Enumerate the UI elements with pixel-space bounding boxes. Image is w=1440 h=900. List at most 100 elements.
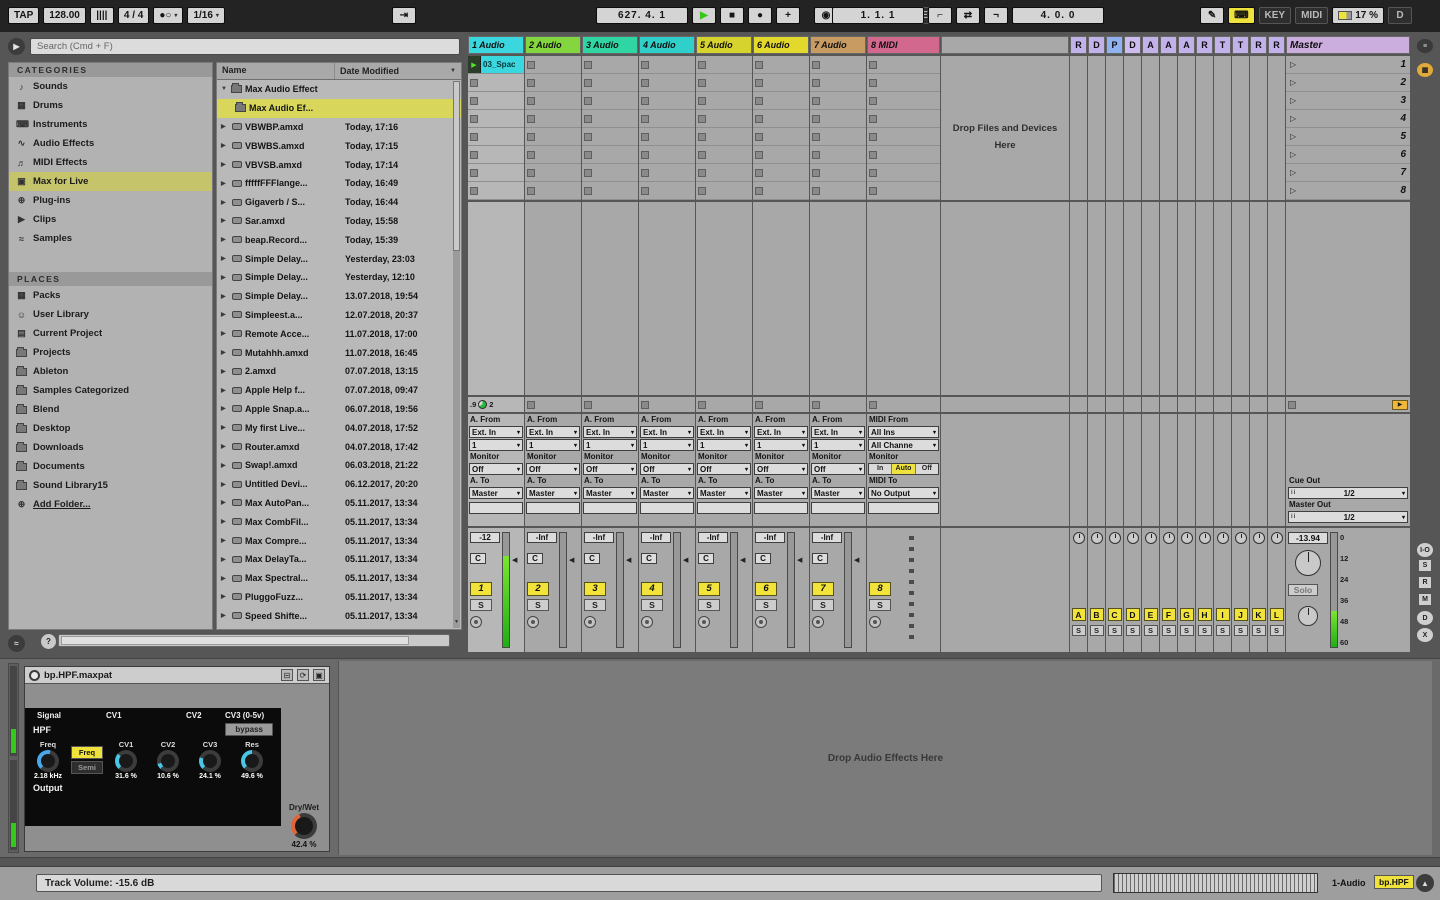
sidebar-item-audio-effects[interactable]: ∿Audio Effects bbox=[9, 134, 212, 153]
input-type-chooser[interactable]: Ext. In▾ bbox=[583, 426, 637, 438]
loop-toggle-button[interactable]: ⇄ bbox=[956, 7, 980, 24]
clip-stop-button[interactable] bbox=[755, 79, 763, 87]
show-s-toggle[interactable]: S bbox=[1418, 559, 1432, 572]
solo-button[interactable]: S bbox=[812, 599, 834, 611]
clip-slot[interactable] bbox=[468, 110, 524, 128]
monitor-auto-button[interactable]: Auto bbox=[892, 464, 915, 474]
arrangement-position-field[interactable]: 627. 4. 1 bbox=[596, 7, 688, 24]
input-channel-chooser[interactable]: All Channe▾ bbox=[868, 439, 939, 451]
input-type-chooser[interactable]: Ext. In▾ bbox=[754, 426, 808, 438]
sidebar-item-blend[interactable]: Blend bbox=[9, 400, 212, 419]
monitor-chooser[interactable]: Off▾ bbox=[754, 463, 808, 475]
sidebar-item-downloads[interactable]: Downloads bbox=[9, 438, 212, 457]
monitor-chooser[interactable]: Off▾ bbox=[526, 463, 580, 475]
master-out-chooser[interactable]: ii1/2▾ bbox=[1288, 511, 1408, 523]
clip-stop-button[interactable] bbox=[755, 115, 763, 123]
input-type-chooser[interactable]: Ext. In▾ bbox=[526, 426, 580, 438]
solo-button[interactable]: S bbox=[1198, 625, 1212, 636]
clip-slot[interactable] bbox=[525, 56, 581, 74]
pan-knob[interactable] bbox=[1271, 532, 1283, 544]
clip-stop-button[interactable] bbox=[869, 79, 877, 87]
clip-stop-button[interactable] bbox=[698, 79, 706, 87]
clip-stop-button[interactable] bbox=[755, 133, 763, 141]
sidebar-item-ableton[interactable]: Ableton bbox=[9, 362, 212, 381]
input-type-chooser[interactable]: Ext. In▾ bbox=[469, 426, 523, 438]
stop-button[interactable]: ■ bbox=[720, 7, 744, 24]
solo-button[interactable]: S bbox=[755, 599, 777, 611]
input-channel-chooser[interactable]: 1▾ bbox=[469, 439, 523, 451]
scene-slot[interactable]: ▷5 bbox=[1286, 128, 1410, 146]
monitor-chooser[interactable]: Off▾ bbox=[640, 463, 694, 475]
pan-control[interactable]: C bbox=[470, 553, 486, 564]
clip-stop-button[interactable] bbox=[869, 169, 877, 177]
pan-knob[interactable] bbox=[1091, 532, 1103, 544]
file-row[interactable]: ▶Max DelayTa...05.11.2017, 13:34 bbox=[217, 550, 461, 569]
file-row[interactable]: ▶VBWBP.amxdToday, 17:16 bbox=[217, 118, 461, 137]
clip-slot[interactable] bbox=[696, 110, 752, 128]
crossfader-knob[interactable] bbox=[1298, 606, 1318, 626]
clip-slot[interactable] bbox=[639, 92, 695, 110]
menu-button[interactable]: ≡ bbox=[1416, 38, 1434, 54]
clip-stop-button[interactable] bbox=[584, 133, 592, 141]
freq-mode-semi-button[interactable]: Semi bbox=[71, 761, 103, 774]
file-row[interactable]: Max Audio Ef... bbox=[217, 99, 461, 118]
solo-button[interactable]: S bbox=[1252, 625, 1266, 636]
clip-stop-button[interactable] bbox=[698, 187, 706, 195]
file-row[interactable]: ▶Router.amxd04.07.2018, 17:42 bbox=[217, 437, 461, 456]
solo-button[interactable]: S bbox=[1090, 625, 1104, 636]
return-activator-button[interactable]: F bbox=[1162, 608, 1176, 621]
track-activator-button[interactable]: 4 bbox=[641, 582, 663, 596]
master-pan-knob[interactable] bbox=[1295, 550, 1321, 576]
pan-knob[interactable] bbox=[1235, 532, 1247, 544]
scene-slot[interactable]: ▷7 bbox=[1286, 164, 1410, 182]
sort-arrow-icon[interactable]: ▼ bbox=[450, 68, 456, 74]
expand-triangle-icon[interactable]: ▶ bbox=[221, 180, 231, 187]
loop-start-field[interactable]: 1. 1. 1 bbox=[832, 7, 924, 24]
follow-button[interactable]: ⇥ bbox=[392, 7, 416, 24]
show-d-toggle[interactable]: D bbox=[1416, 610, 1434, 626]
clip-stop-button[interactable] bbox=[470, 115, 478, 123]
pan-knob[interactable] bbox=[1181, 532, 1193, 544]
pan-knob[interactable] bbox=[1163, 532, 1175, 544]
input-channel-chooser[interactable]: 1▾ bbox=[583, 439, 637, 451]
track-header[interactable]: 3 Audio bbox=[582, 36, 638, 54]
expand-triangle-icon[interactable]: ▶ bbox=[221, 518, 231, 525]
pan-control[interactable]: C bbox=[584, 553, 600, 564]
clip-stop-button[interactable] bbox=[698, 97, 706, 105]
clip-stop-button[interactable] bbox=[812, 187, 820, 195]
file-row-folder[interactable]: ▼Max Audio Effect bbox=[217, 80, 461, 99]
clip-stop-button[interactable] bbox=[869, 401, 877, 409]
clip-stop-button[interactable] bbox=[584, 61, 592, 69]
show-x-toggle[interactable]: X bbox=[1416, 627, 1434, 643]
return-header[interactable]: D bbox=[1124, 36, 1141, 54]
sidebar-item-instruments[interactable]: ⌨Instruments bbox=[9, 115, 212, 134]
output-type-chooser[interactable]: Master▾ bbox=[811, 487, 865, 499]
return-activator-button[interactable]: E bbox=[1144, 608, 1158, 621]
clip-stop-button[interactable] bbox=[527, 79, 535, 87]
scene-play-button[interactable]: ▷ bbox=[1290, 150, 1296, 159]
scrollbar-thumb[interactable] bbox=[61, 636, 409, 645]
clip-slot[interactable] bbox=[468, 146, 524, 164]
volume-fader-handle[interactable]: ◀ bbox=[569, 530, 577, 650]
clip-stop-button[interactable] bbox=[527, 187, 535, 195]
file-row[interactable]: ▶VBVSB.amxdToday, 17:14 bbox=[217, 155, 461, 174]
file-row[interactable]: ▶Speed Shifte...05.11.2017, 13:34 bbox=[217, 606, 461, 625]
clip-stop-button[interactable] bbox=[869, 151, 877, 159]
clip-stop-button[interactable] bbox=[641, 115, 649, 123]
clip-slot[interactable] bbox=[810, 164, 866, 182]
expand-triangle-icon[interactable]: ▶ bbox=[221, 123, 231, 130]
clip-stop-button[interactable] bbox=[812, 79, 820, 87]
track-header[interactable]: 5 Audio bbox=[696, 36, 752, 54]
monitor-chooser[interactable]: Off▾ bbox=[469, 463, 523, 475]
scene-play-button[interactable]: ▷ bbox=[1290, 60, 1296, 69]
pan-knob[interactable] bbox=[1145, 532, 1157, 544]
clip-stop-button[interactable] bbox=[869, 187, 877, 195]
dry-wet-knob[interactable] bbox=[291, 813, 317, 839]
file-row[interactable]: ▶Apple Help f...07.07.2018, 09:47 bbox=[217, 381, 461, 400]
clip-slot[interactable] bbox=[810, 182, 866, 200]
return-header[interactable]: R bbox=[1250, 36, 1267, 54]
file-row[interactable]: ▶Mutahhh.amxd11.07.2018, 16:45 bbox=[217, 343, 461, 362]
arm-button[interactable] bbox=[755, 616, 767, 628]
monitor-chooser[interactable]: Off▾ bbox=[811, 463, 865, 475]
expand-triangle-icon[interactable]: ▶ bbox=[221, 575, 231, 582]
